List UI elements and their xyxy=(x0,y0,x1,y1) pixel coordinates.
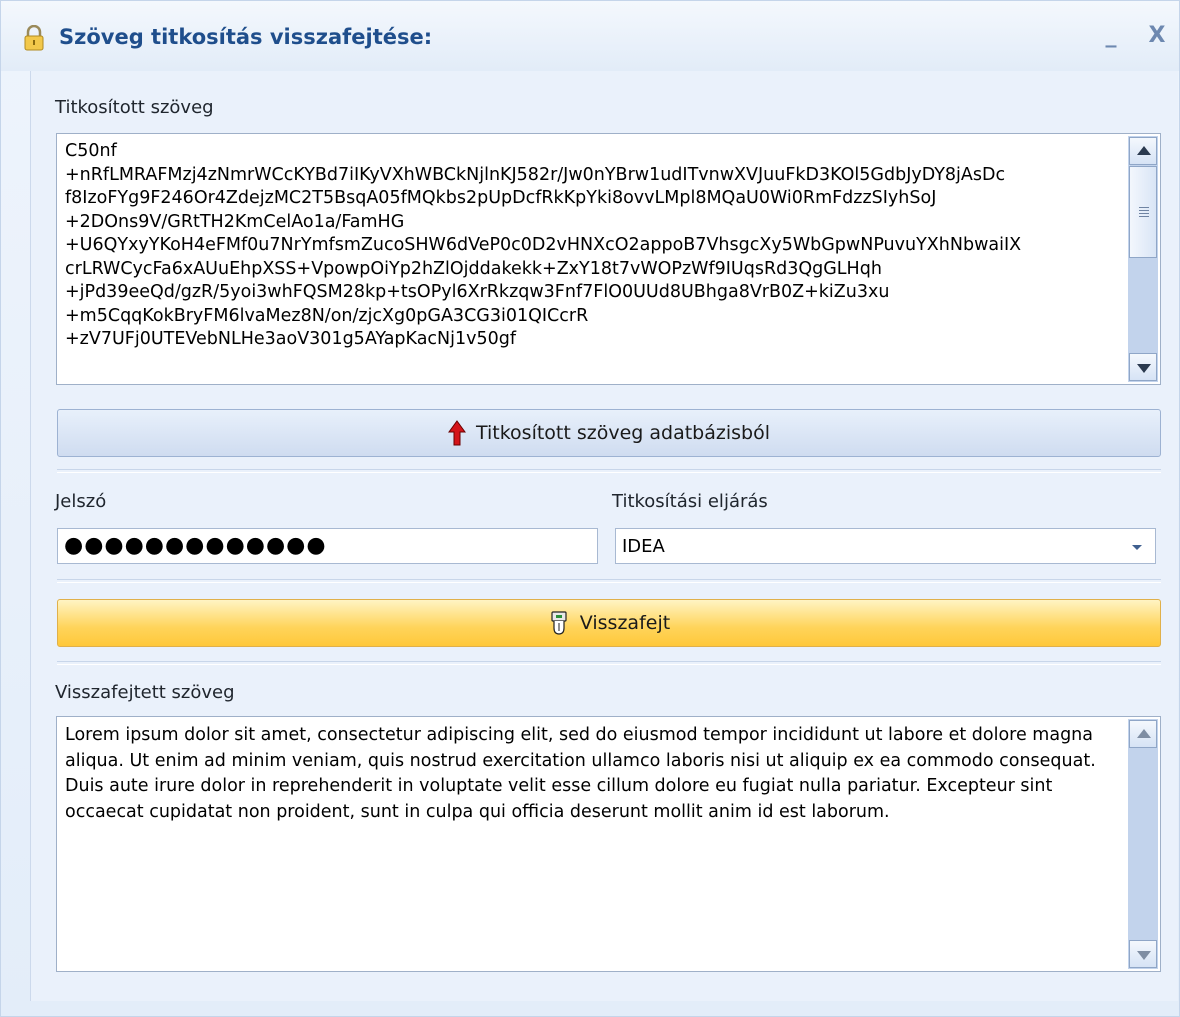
encryption-method-label: Titkosítási eljárás xyxy=(612,491,768,512)
separator xyxy=(57,661,1161,665)
encrypted-scrollbar[interactable] xyxy=(1128,136,1158,382)
red-up-arrow-icon xyxy=(447,420,466,446)
title-bar[interactable]: Szöveg titkosítás visszafejtése: _ X xyxy=(1,1,1179,71)
encryption-method-value[interactable]: IDEA xyxy=(622,536,665,557)
window-title: Szöveg titkosítás visszafejtése: xyxy=(59,25,433,49)
close-button[interactable]: X xyxy=(1142,21,1172,51)
encrypted-text-label: Titkosított szöveg xyxy=(55,97,214,118)
chevron-down-icon xyxy=(1137,951,1151,960)
chevron-up-icon xyxy=(1137,146,1151,155)
load-from-database-label: Titkosított szöveg adatbázisból xyxy=(475,422,771,444)
scroll-down-button[interactable] xyxy=(1129,940,1157,968)
encrypted-text-area[interactable]: C50nf +nRfLMRAFMzj4zNmrWCcKYBd7iIKyVXhWB… xyxy=(56,133,1161,385)
load-from-database-button[interactable]: Titkosított szöveg adatbázisból xyxy=(57,409,1161,457)
password-field[interactable]: ●●●●●●●●●●●●● xyxy=(57,528,598,564)
decrypt-button[interactable]: Visszafejt xyxy=(57,599,1161,647)
decrypted-text-area[interactable]: Lorem ipsum dolor sit amet, consectetur … xyxy=(56,716,1161,972)
decrypt-button-label: Visszafejt xyxy=(579,612,671,634)
key-hand-icon xyxy=(551,611,567,635)
padlock-icon xyxy=(24,25,44,51)
scroll-thumb[interactable] xyxy=(1129,166,1157,258)
minimize-button[interactable]: _ xyxy=(1096,21,1126,51)
chevron-up-icon xyxy=(1137,729,1151,738)
chevron-down-icon xyxy=(1137,364,1151,373)
encryption-method-select[interactable]: IDEA xyxy=(615,528,1156,564)
chevron-down-icon xyxy=(1132,545,1142,550)
scroll-up-button[interactable] xyxy=(1129,720,1157,748)
password-label: Jelszó xyxy=(55,491,107,512)
dropdown-arrow-button[interactable] xyxy=(1125,535,1149,559)
decrypt-dialog: Szöveg titkosítás visszafejtése: _ X Tit… xyxy=(0,0,1180,1017)
scroll-up-button[interactable] xyxy=(1129,137,1157,165)
separator xyxy=(57,469,1161,473)
password-value[interactable]: ●●●●●●●●●●●●● xyxy=(64,533,327,558)
decrypted-scrollbar[interactable] xyxy=(1128,719,1158,969)
decrypted-text-label: Visszafejtett szöveg xyxy=(55,682,235,703)
separator xyxy=(57,579,1161,583)
decrypted-text-content[interactable]: Lorem ipsum dolor sit amet, consectetur … xyxy=(65,723,1118,967)
encrypted-text-content[interactable]: C50nf +nRfLMRAFMzj4zNmrWCcKYBd7iIKyVXhWB… xyxy=(65,140,1118,380)
dialog-body: Titkosított szöveg C50nf +nRfLMRAFMzj4zN… xyxy=(30,71,1178,1001)
scroll-down-button[interactable] xyxy=(1129,353,1157,381)
